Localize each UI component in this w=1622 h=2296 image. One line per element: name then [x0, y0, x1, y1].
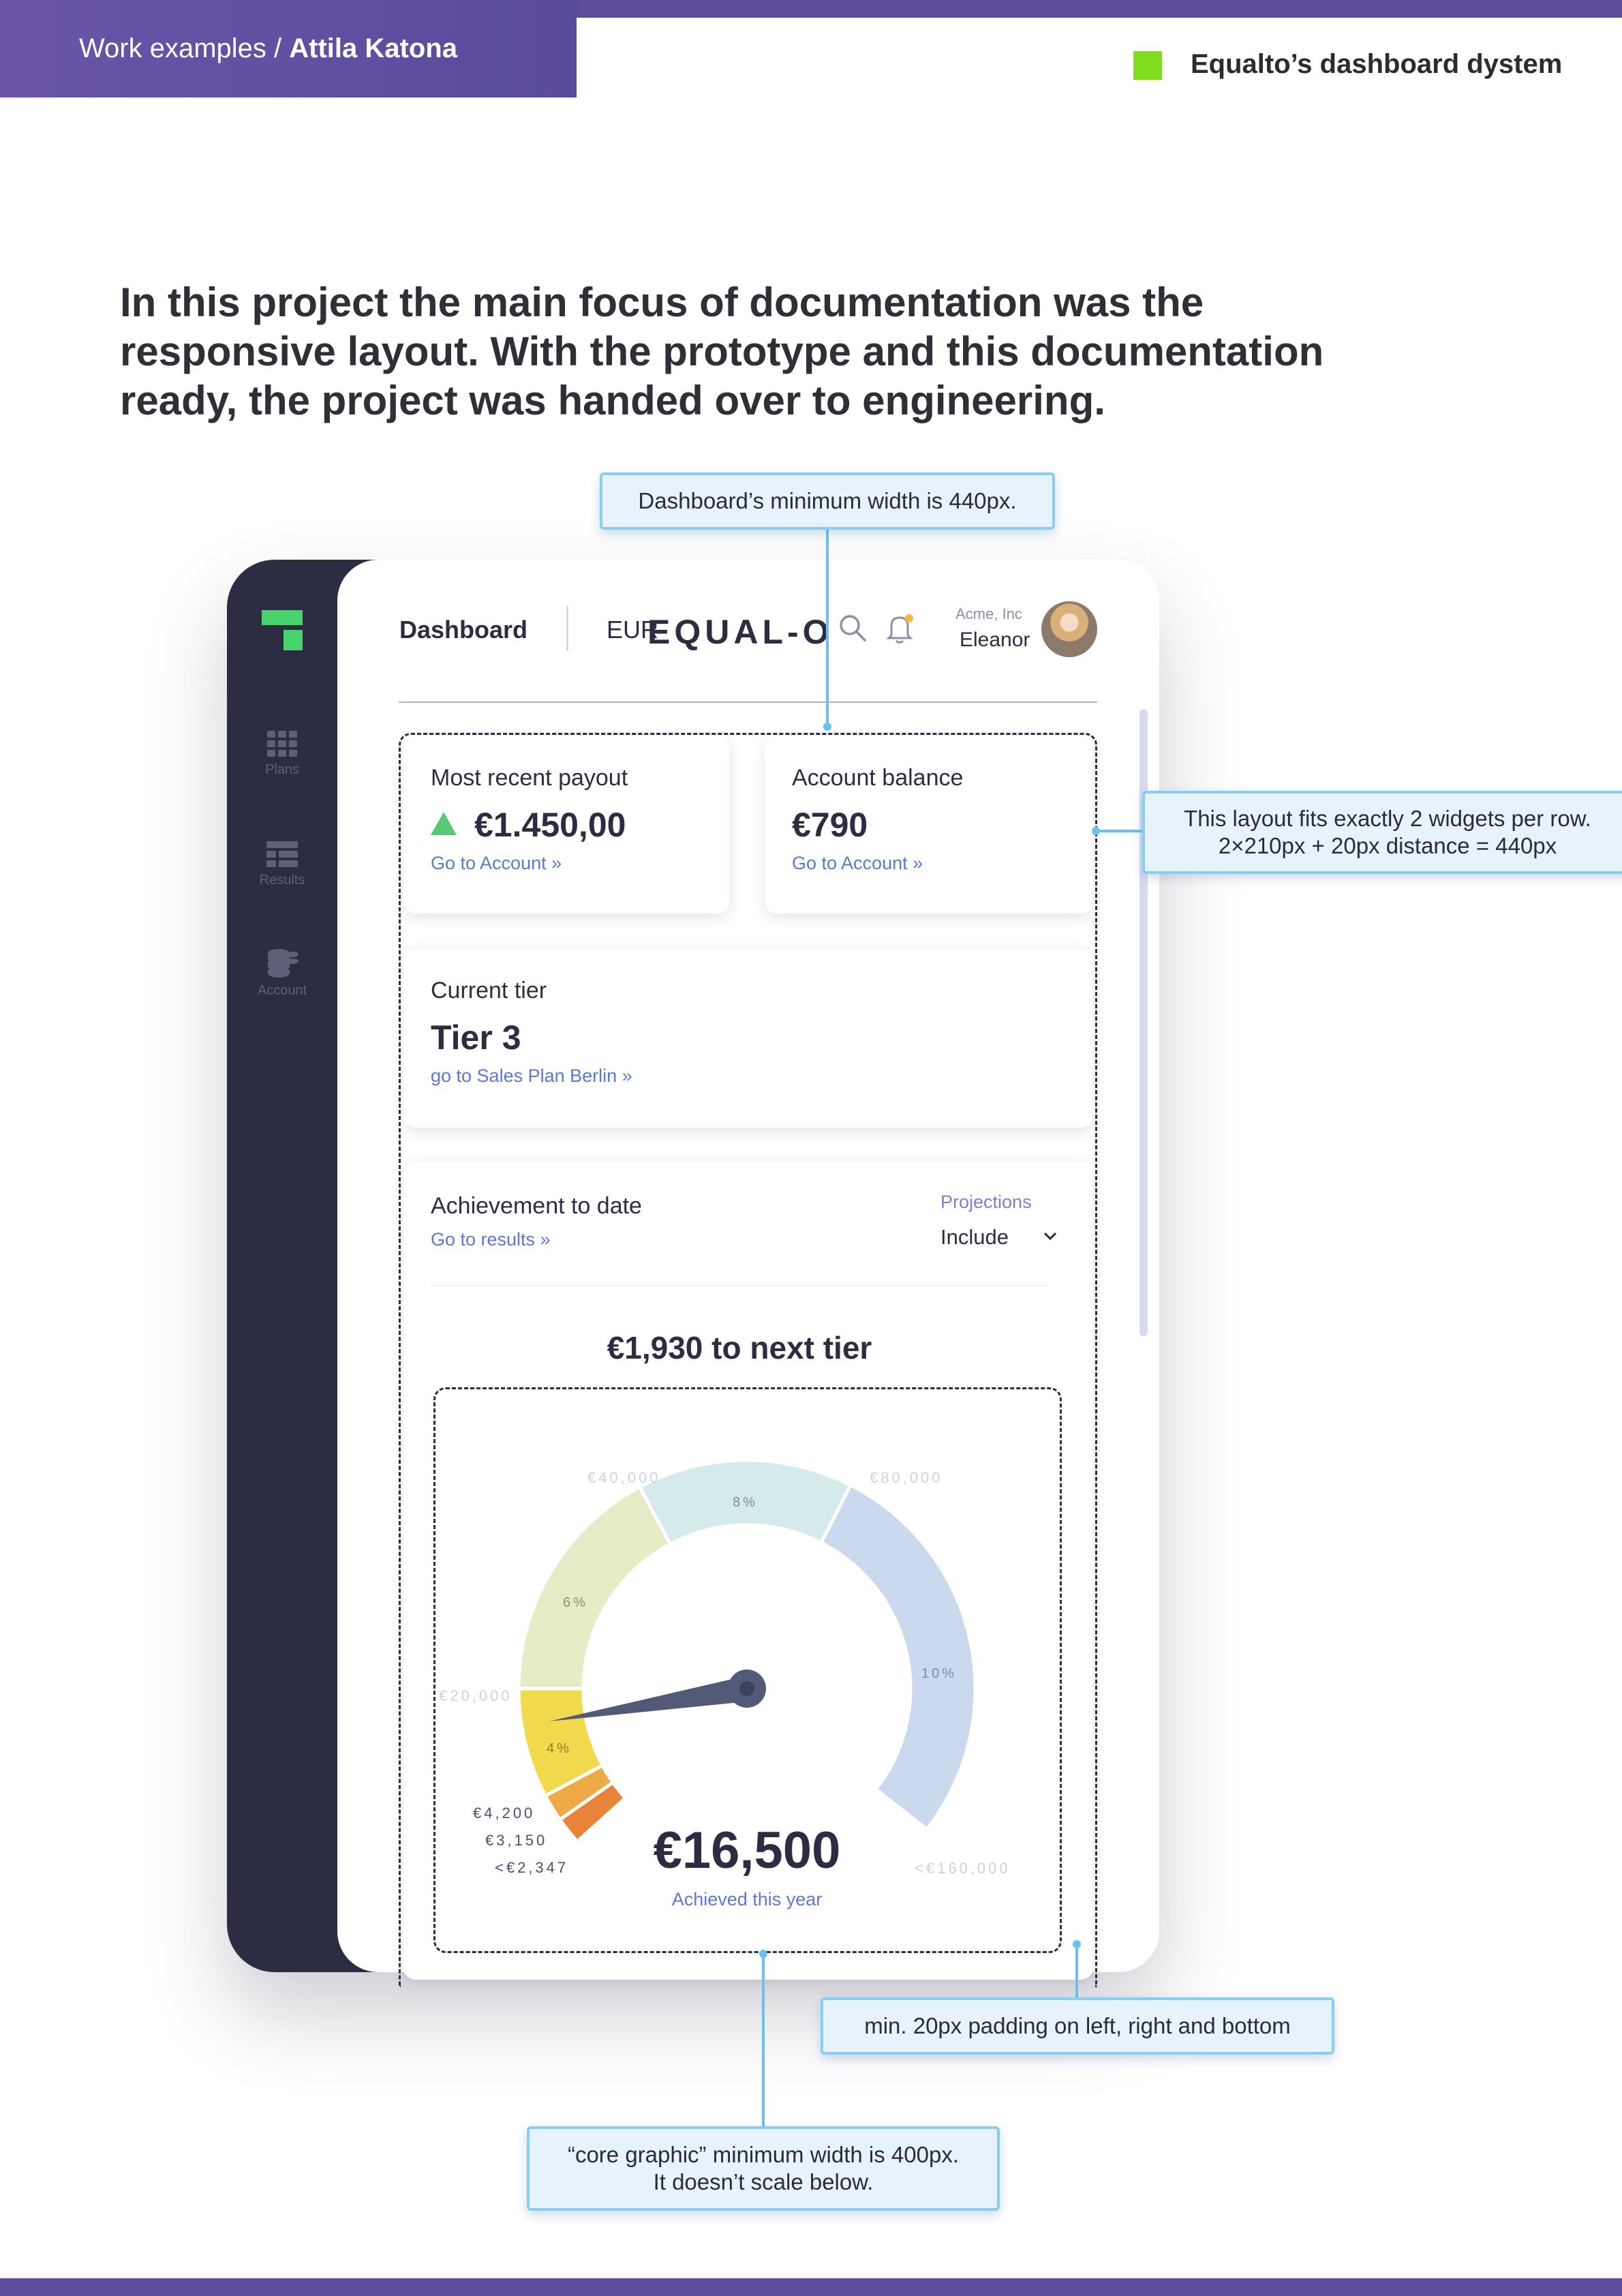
tick-label-4200: €4,200: [473, 1804, 535, 1822]
widget-value: €1.450,00: [474, 806, 626, 844]
bottom-accent-bar: [0, 2278, 1622, 2296]
gauge-value: €16,500: [654, 1822, 841, 1879]
go-to-account-link[interactable]: Go to Account »: [792, 853, 1066, 874]
company-name: Acme, Inc: [955, 605, 1022, 622]
avatar[interactable]: [1041, 601, 1097, 657]
percent-label-8: 8%: [733, 1495, 758, 1510]
percent-label-10: 10%: [921, 1666, 957, 1681]
connector-line: [826, 529, 829, 727]
document-title: Equalto’s dashboard dystem: [1191, 49, 1563, 79]
callout-line: This layout fits exactly 2 widgets per r…: [1184, 806, 1591, 831]
callout-line: “core graphic” minimum width is 400px.: [567, 2142, 960, 2167]
tick-label-20000: €20,000: [439, 1687, 512, 1704]
projections-label: Projections: [940, 1192, 1032, 1212]
header-divider: [566, 606, 568, 651]
connector-line: [1095, 830, 1145, 832]
breadcrumb-author: Attila Katona: [289, 33, 457, 63]
tick-label-40000: €40,000: [587, 1469, 661, 1486]
header-underline: [399, 701, 1097, 703]
intro-paragraph: In this project the main focus of docume…: [120, 280, 1324, 423]
user-name[interactable]: Eleanor: [960, 629, 1030, 652]
up-arrow-icon: [431, 812, 457, 835]
tier-widget: Current tier Tier 3 go to Sales Plan Ber…: [403, 949, 1093, 1128]
sidebar-item-label: Plans: [264, 762, 300, 777]
brand-square-icon: [1133, 51, 1162, 80]
sidebar-item-label: Account: [257, 983, 307, 998]
connector-line: [1075, 1943, 1078, 1999]
balance-widget: Account balance €790 Go to Account »: [765, 736, 1093, 913]
connector-dot: [1092, 827, 1100, 835]
widget-title: Most recent payout: [431, 765, 628, 791]
payout-widget: Most recent payout €1.450,00 Go to Accou…: [403, 736, 729, 913]
gauge-segment-blue: [818, 1483, 977, 1832]
chevron-down-icon[interactable]: [1043, 1231, 1058, 1241]
sidebar-item-results[interactable]: Results: [227, 841, 337, 888]
callout-line: 2×210px + 20px distance = 440px: [1218, 833, 1557, 858]
connector-dot: [759, 1950, 767, 1958]
gauge-caption: Achieved this year: [672, 1889, 823, 1909]
next-tier-heading: €1,930 to next tier: [607, 1330, 872, 1365]
projections-select[interactable]: Include: [940, 1225, 1009, 1250]
app-logo-icon-part: [284, 630, 303, 650]
table-icon: [266, 841, 298, 867]
percent-label-4: 4%: [547, 1741, 572, 1756]
gauge-segment-lime: [517, 1484, 673, 1691]
go-to-account-link[interactable]: Go to Account »: [431, 853, 702, 874]
tick-label-2347: <€2,347: [495, 1859, 568, 1876]
widget-title: Account balance: [792, 765, 964, 791]
tick-label-160000: <€160,000: [915, 1860, 1011, 1877]
callout-min-width: Dashboard’s minimum width is 440px.: [600, 472, 1055, 530]
callout-padding: min. 20px padding on left, right and bot…: [821, 1997, 1334, 2055]
page-title: Dashboard: [399, 616, 528, 644]
widget-value: €790: [792, 806, 868, 844]
bell-icon[interactable]: [886, 612, 915, 645]
gauge-chart: €40,000 €80,000 €20,000 <€160,000 €4,200…: [439, 1458, 1011, 1909]
widget-title: Current tier: [431, 978, 547, 1003]
connector-dot: [823, 723, 831, 731]
callout-core-graphic: “core graphic” minimum width is 400px. I…: [527, 2126, 1000, 2211]
sidebar-item-label: Results: [259, 873, 305, 888]
connector-dot: [1073, 1940, 1081, 1948]
search-icon[interactable]: [838, 614, 867, 642]
coins-icon: [268, 949, 299, 978]
brand-wordmark: EQUAL-O: [647, 613, 833, 651]
widget-value: Tier 3: [431, 1018, 521, 1057]
breadcrumb-prefix: Work examples /: [79, 33, 282, 63]
sidebar-item-plans[interactable]: Plans: [227, 731, 337, 778]
brand-logo: EQUAL-O: [647, 612, 833, 652]
app-logo-icon[interactable]: [262, 610, 303, 625]
percent-label-6: 6%: [563, 1595, 588, 1610]
sidebar-item-account[interactable]: Account: [227, 948, 337, 999]
grid-icon: [267, 731, 297, 757]
connector-line: [762, 1954, 765, 2130]
sales-plan-link[interactable]: go to Sales Plan Berlin »: [431, 1066, 1066, 1087]
breadcrumb: Work examples / Attila Katona: [0, 0, 577, 97]
widget-divider: [431, 1285, 1048, 1286]
widget-value-row: €1.450,00: [431, 805, 702, 845]
tick-label-80000: €80,000: [870, 1469, 943, 1486]
tick-label-3150: €3,150: [485, 1832, 547, 1849]
callout-two-widgets: This layout fits exactly 2 widgets per r…: [1142, 791, 1622, 874]
callout-line: It doesn’t scale below.: [653, 2169, 874, 2194]
